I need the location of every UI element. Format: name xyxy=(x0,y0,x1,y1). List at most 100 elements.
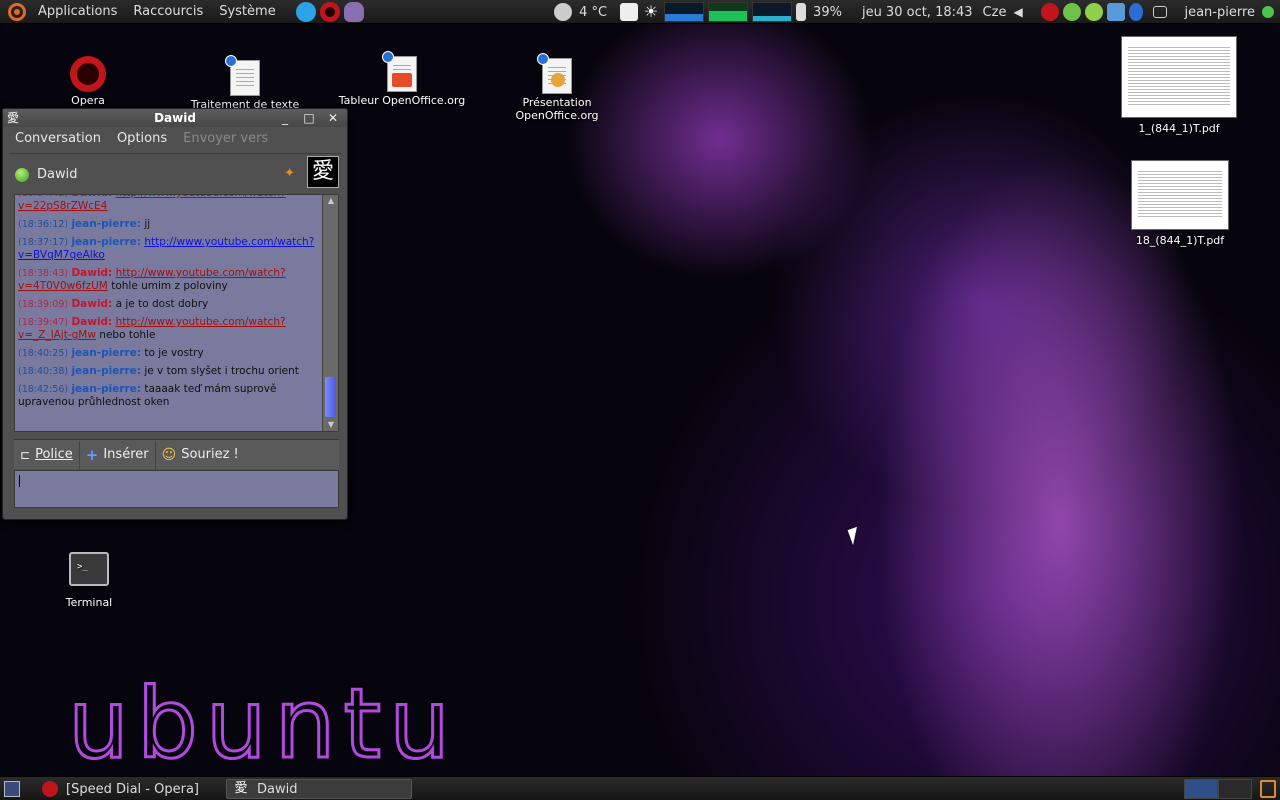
window-list-icon[interactable] xyxy=(1153,6,1168,18)
message-timestamp: (18:37:17) xyxy=(18,237,69,248)
message-sender: jean-pierre: xyxy=(71,365,141,377)
ubuntu-logo-icon[interactable] xyxy=(8,2,26,21)
menu-system[interactable]: Système xyxy=(211,4,283,19)
workspace-1[interactable] xyxy=(1184,779,1218,799)
message-text: jj xyxy=(144,218,151,230)
check-badge-icon xyxy=(537,53,549,65)
chat-window-icon: 愛 xyxy=(234,781,248,796)
check-badge-icon xyxy=(382,51,394,63)
font-button[interactable]: ⊏ Police xyxy=(14,440,80,469)
desktop-icon-pdf-1[interactable]: 1_(844_1)T.pdf xyxy=(1118,36,1240,135)
maximize-button[interactable]: □ xyxy=(301,110,317,126)
spreadsheet-icon xyxy=(382,51,417,92)
desktop-icon-label: OpenOffice.org xyxy=(515,109,599,122)
desktop-icon-pdf-2[interactable]: 18_(844_1)T.pdf xyxy=(1124,160,1236,247)
workspace-2[interactable] xyxy=(1218,779,1252,799)
message-timestamp: (18:36:12) xyxy=(18,219,69,230)
desktop-icon-terminal[interactable]: >_ Terminal xyxy=(58,552,120,609)
weather-temperature[interactable]: 4 °C xyxy=(574,5,612,20)
chat-message: (18:40:25) jean-pierre: to je vostry xyxy=(18,347,319,360)
chat-message: (18:42:56) jean-pierre: taaaak teď mám s… xyxy=(18,383,319,409)
mouse-cursor-icon xyxy=(847,526,863,546)
brightness-icon[interactable]: ☀ xyxy=(642,3,660,21)
battery-percent[interactable]: 39% xyxy=(808,5,847,20)
desktop-icon-calc[interactable]: Tableur OpenOffice.org xyxy=(332,51,472,107)
scroll-down-icon[interactable]: ▼ xyxy=(325,420,337,430)
pdf-thumbnail-icon xyxy=(1131,160,1229,230)
message-sender: Dawid: xyxy=(71,316,113,328)
window-title: Dawid xyxy=(154,111,196,125)
format-toolbar: ⊏ Police + Insérer ☺ Souriez ! xyxy=(14,439,339,469)
show-desktop-button[interactable] xyxy=(4,781,20,797)
taskbar-item-opera[interactable]: [Speed Dial - Opera] xyxy=(36,779,222,799)
volume-icon[interactable]: ◀ xyxy=(1013,3,1025,21)
update-tray-icon[interactable] xyxy=(1085,3,1104,21)
chat-message: (18:38:43) Dawid: http://www.youtube.com… xyxy=(18,267,319,293)
opera-icon xyxy=(70,56,106,92)
chat-message: (18:37:17) jean-pierre: http://www.youtu… xyxy=(18,236,319,262)
message-input[interactable] xyxy=(14,470,339,508)
trash-icon[interactable] xyxy=(1260,780,1276,798)
scrollbar[interactable]: ▲ ▼ xyxy=(322,195,338,431)
clock[interactable]: jeu 30 oct, 18:43 xyxy=(857,5,978,20)
keyboard-layout[interactable]: Cze xyxy=(978,5,1012,20)
close-button[interactable]: ✕ xyxy=(325,110,341,126)
menu-send-to: Envoyer vers xyxy=(183,130,269,146)
message-text: tohle umim z poloviny xyxy=(111,280,228,292)
minimize-button[interactable]: _ xyxy=(277,110,293,126)
folder-tray-icon[interactable] xyxy=(1107,3,1126,21)
opera-tray-icon[interactable] xyxy=(1041,3,1060,21)
message-timestamp: (18:40:38) xyxy=(18,366,69,377)
message-sender: Dawid: xyxy=(71,267,113,279)
taskbar-item-label: Dawid xyxy=(257,781,298,797)
taskbar-item-label: [Speed Dial - Opera] xyxy=(66,781,199,797)
skype-icon[interactable] xyxy=(295,1,316,22)
display-settings-icon[interactable] xyxy=(620,3,639,21)
taskbar-item-dawid[interactable]: 愛 Dawid xyxy=(226,779,412,799)
desktop-icon-writer[interactable]: Traitement de texte xyxy=(186,55,304,111)
desktop-icon-label: Opera xyxy=(71,94,105,107)
menu-applications[interactable]: Applications xyxy=(30,4,125,19)
message-sender: jean-pierre: xyxy=(71,383,141,395)
window-menu-icon[interactable]: 愛 xyxy=(7,110,23,126)
smiley-button[interactable]: ☺ Souriez ! xyxy=(156,441,245,469)
message-timestamp: (18:38:43) xyxy=(18,268,69,279)
contact-name: Dawid xyxy=(37,167,78,182)
presentation-icon xyxy=(537,53,572,94)
avatar[interactable]: 愛 xyxy=(307,156,339,188)
message-timestamp: (18:39:47) xyxy=(18,317,69,328)
bluetooth-icon[interactable] xyxy=(1129,3,1144,21)
memory-graph[interactable] xyxy=(708,2,749,22)
menu-conversation[interactable]: Conversation xyxy=(7,131,109,146)
desktop-icon-label: 18_(844_1)T.pdf xyxy=(1135,234,1225,247)
plus-icon: + xyxy=(85,445,99,464)
scroll-up-icon[interactable]: ▲ xyxy=(325,196,337,206)
desktop-icon-impress[interactable]: Présentation OpenOffice.org xyxy=(506,53,608,122)
user-status-icon[interactable] xyxy=(1262,6,1274,18)
insert-button[interactable]: + Insérer xyxy=(80,440,156,469)
smiley-button-label: Souriez ! xyxy=(181,447,239,462)
chat-message: (18:39:47) Dawid: http://www.youtube.com… xyxy=(18,316,319,342)
battery-icon[interactable] xyxy=(796,3,807,21)
scrollbar-thumb[interactable] xyxy=(325,377,336,417)
font-icon: ⊏ xyxy=(20,447,31,462)
desktop-icon-opera[interactable]: Opera xyxy=(58,56,118,107)
title-bar[interactable]: 愛 Dawid _ □ ✕ xyxy=(3,109,347,127)
pidgin-icon[interactable] xyxy=(343,1,364,22)
message-sender: Dawid: xyxy=(71,195,112,199)
weather-icon[interactable] xyxy=(554,3,573,21)
messenger-tray-icon[interactable] xyxy=(1063,3,1082,21)
message-list: (18:34:42) Dawid: http://www.youtube.com… xyxy=(15,195,322,414)
opera-icon[interactable] xyxy=(319,1,340,22)
message-timestamp: (18:34:42) xyxy=(18,195,68,199)
user-name[interactable]: jean-pierre xyxy=(1179,5,1260,20)
desktop-icon-label: Terminal xyxy=(65,596,113,609)
insert-button-label: Insérer xyxy=(103,447,149,462)
message-timestamp: (18:39:09) xyxy=(18,299,69,310)
menu-options[interactable]: Options xyxy=(109,131,175,146)
conversation-history[interactable]: (18:34:42) Dawid: http://www.youtube.com… xyxy=(14,194,339,432)
cpu-graph[interactable] xyxy=(664,2,705,22)
desktop-icon-label: Tableur OpenOffice.org xyxy=(338,94,466,107)
menu-places[interactable]: Raccourcis xyxy=(125,4,211,19)
network-graph[interactable] xyxy=(752,2,793,22)
